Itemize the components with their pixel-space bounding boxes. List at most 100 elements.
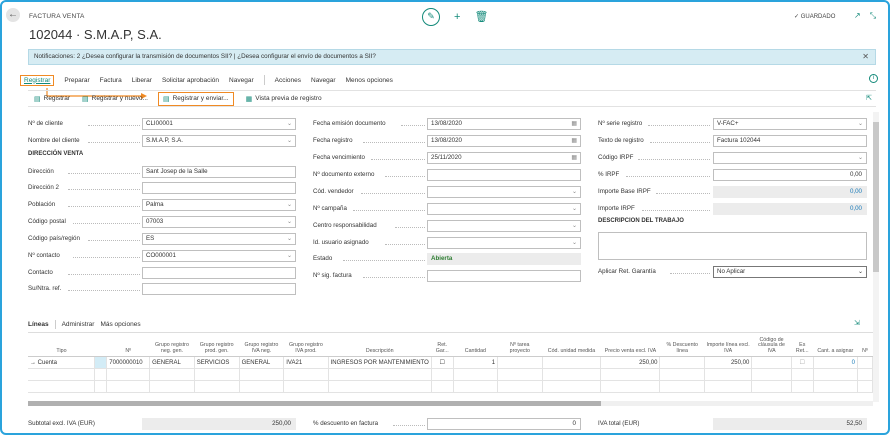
scroll-thumb[interactable] <box>873 122 879 272</box>
cell-precio[interactable]: 250,00 <box>600 356 661 369</box>
cp-input[interactable]: 07003 ⌄ <box>142 216 296 228</box>
collapse-actions-icon[interactable]: ⇱ <box>866 94 872 102</box>
collapse-window-icon[interactable]: ⤡ <box>870 11 876 21</box>
table-row-empty[interactable] <box>28 368 873 381</box>
poblacion-input[interactable]: Palma ⌄ <box>142 199 296 211</box>
chevron-down-icon[interactable]: ⌄ <box>858 267 863 277</box>
cell-tipo[interactable]: → Cuenta <box>28 356 96 369</box>
direccion2-input[interactable] <box>142 182 296 194</box>
action-navegar[interactable]: Navegar <box>229 77 254 84</box>
action-navegar-2[interactable]: Navegar <box>311 77 336 84</box>
action-liberar[interactable]: Liberar <box>132 77 152 84</box>
col-header[interactable]: Grupo registro IVA prod. <box>283 332 329 357</box>
cell-descuento[interactable] <box>659 356 705 369</box>
irpf-pct-input[interactable]: 0,00 <box>713 169 867 181</box>
expand-icon[interactable]: ⇲ <box>854 319 860 327</box>
cell-es-ret-checkbox[interactable]: ☐ <box>791 356 814 369</box>
chevron-down-icon[interactable]: ⌄ <box>287 234 292 244</box>
col-header[interactable]: Descripción <box>328 332 432 357</box>
nombre-input[interactable]: S.M.A.P, S.A. ⌄ <box>142 135 296 147</box>
calendar-icon[interactable]: ▦ <box>571 153 577 163</box>
col-header[interactable]: Cantidad <box>453 332 498 357</box>
chevron-down-icon[interactable]: ⌄ <box>572 221 577 231</box>
cell-descripcion[interactable]: INGRESOS POR MANTENIMIENTO <box>328 356 432 369</box>
ret-select[interactable]: No Aplicar ⌄ <box>713 266 867 278</box>
cell-importe[interactable]: 250,00 <box>704 356 753 369</box>
descripcion-trabajo-textarea[interactable] <box>598 232 867 260</box>
scroll-thumb[interactable] <box>28 401 601 406</box>
fecha-registro-input[interactable]: 13/08/2020 ▦ <box>427 135 581 147</box>
vista-previa-button[interactable]: ▦ Vista previa de registro <box>246 95 322 103</box>
cell-tarea[interactable] <box>497 356 543 369</box>
col-header[interactable]: Nº <box>857 332 873 357</box>
centro-select[interactable]: ⌄ <box>427 220 581 232</box>
cell-unidad[interactable] <box>542 356 602 369</box>
registrar-nuevo-button[interactable]: ▤ Registrar y nuevo... <box>82 95 148 103</box>
col-header[interactable]: Cant. a asignar <box>813 332 858 357</box>
edit-pencil-icon[interactable]: ✎ <box>422 8 440 26</box>
vertical-scrollbar[interactable] <box>873 112 879 402</box>
cell-grupo-prod-gen[interactable]: SERVICIOS <box>194 356 240 369</box>
chevron-down-icon[interactable]: ⌄ <box>287 251 292 261</box>
direccion-input[interactable]: Sant Josep de la Salle <box>142 166 296 178</box>
chevron-down-icon[interactable]: ⌄ <box>287 200 292 210</box>
chevron-down-icon[interactable]: ⌄ <box>572 187 577 197</box>
base-irpf-value[interactable]: 0,00 <box>713 186 867 198</box>
calendar-icon[interactable]: ▦ <box>571 136 577 146</box>
tab-administrar[interactable]: Administrar <box>62 321 95 328</box>
back-arrow-icon[interactable]: ← <box>6 8 20 22</box>
registrar-enviar-button[interactable]: ▤ Registrar y enviar... <box>157 91 234 106</box>
col-header[interactable]: Es Ret... <box>791 332 814 357</box>
action-registrar[interactable]: Registrar <box>20 74 55 86</box>
contacto-no-input[interactable]: CO000001 ⌄ <box>142 250 296 262</box>
chevron-down-icon[interactable]: ⌄ <box>287 136 292 146</box>
action-solicitar-aprobacion[interactable]: Solicitar aprobación <box>162 77 219 84</box>
chevron-down-icon[interactable]: ⌄ <box>572 204 577 214</box>
cell-clausula[interactable] <box>751 356 792 369</box>
info-icon[interactable]: i <box>869 74 878 83</box>
tab-lineas[interactable]: Líneas <box>28 321 49 328</box>
col-header[interactable]: Grupo registro prod. gen. <box>194 332 240 357</box>
col-header[interactable]: Ret. Gar... <box>431 332 454 357</box>
descuento-input[interactable]: 0 <box>427 418 581 430</box>
fecha-venc-input[interactable]: 25/11/2020 ▦ <box>427 152 581 164</box>
cell-no-2[interactable] <box>857 356 873 369</box>
action-preparar[interactable]: Preparar <box>64 77 89 84</box>
serie-input[interactable]: V-FAC+ ⌄ <box>713 118 867 130</box>
texto-input[interactable]: Factura 102044 <box>713 135 867 147</box>
open-new-window-icon[interactable]: ↗ <box>854 11 861 21</box>
calendar-icon[interactable]: ▦ <box>571 119 577 129</box>
cliente-no-input[interactable]: CLI00001 ⌄ <box>142 118 296 130</box>
notification-text[interactable]: Notificaciones: 2 ¿Desea configurar la t… <box>34 53 376 60</box>
cell-no[interactable]: 7000000010 <box>106 356 151 369</box>
delete-trash-icon[interactable]: 🗑 <box>474 8 488 26</box>
chevron-down-icon[interactable]: ⌄ <box>572 238 577 248</box>
action-acciones[interactable]: Acciones <box>275 77 301 84</box>
sig-factura-input[interactable] <box>427 270 581 282</box>
col-header[interactable]: Grupo registro neg. gen. <box>149 332 195 357</box>
cell-cantidad[interactable]: 1 <box>453 356 499 369</box>
chevron-down-icon[interactable]: ⌄ <box>287 217 292 227</box>
suref-input[interactable] <box>142 283 296 295</box>
usuario-select[interactable]: ⌄ <box>427 237 581 249</box>
col-header[interactable]: Tipo <box>28 332 95 357</box>
col-header[interactable]: Importe línea excl. IVA <box>704 332 752 357</box>
action-factura[interactable]: Factura <box>100 77 122 84</box>
col-header[interactable]: Nº <box>106 332 150 357</box>
imp-irpf-value[interactable]: 0,00 <box>713 203 867 215</box>
cell-grupo-iva-prod[interactable]: IVA21 <box>283 356 329 369</box>
pais-input[interactable]: ES ⌄ <box>142 233 296 245</box>
col-header[interactable]: Precio venta excl. IVA <box>600 332 660 357</box>
table-row[interactable]: → Cuenta 7000000010 GENERAL SERVICIOS GE… <box>28 356 873 369</box>
col-header[interactable]: Nº tarea proyecto <box>497 332 543 357</box>
chevron-down-icon[interactable]: ⌄ <box>287 119 292 129</box>
cell-grupo-iva-neg[interactable]: GENERAL <box>239 356 285 369</box>
close-icon[interactable]: ✕ <box>862 50 869 64</box>
col-header[interactable]: Código de cláusula de IVA <box>751 332 792 357</box>
horizontal-scrollbar[interactable] <box>28 401 873 406</box>
chevron-down-icon[interactable]: ⌄ <box>858 119 863 129</box>
chevron-down-icon[interactable]: ⌄ <box>858 153 863 163</box>
irpf-code-select[interactable]: ⌄ <box>713 152 867 164</box>
col-header[interactable]: Cód. unidad medida <box>542 332 601 357</box>
table-row-empty[interactable] <box>28 380 873 393</box>
